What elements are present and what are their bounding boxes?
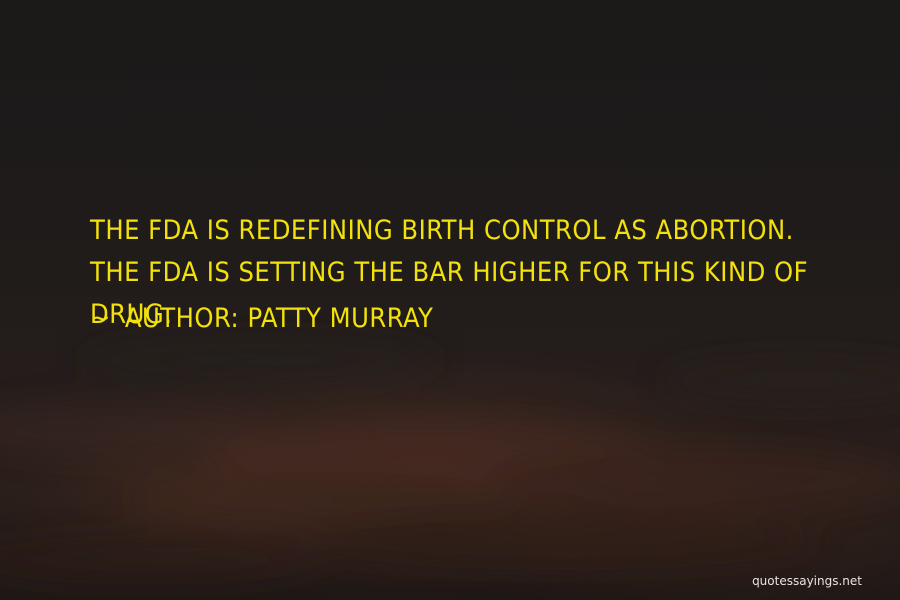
- author-name: Patty Murray: [247, 303, 434, 334]
- author-label: Author:: [124, 303, 240, 334]
- quote-author-line: ~ Author: Patty Murray: [90, 302, 433, 336]
- author-prefix: ~: [90, 303, 111, 334]
- site-watermark: quotessayings.net: [752, 574, 862, 588]
- quote-image: THE FDA IS REDEFINING BIRTH CONTROL AS A…: [0, 0, 900, 600]
